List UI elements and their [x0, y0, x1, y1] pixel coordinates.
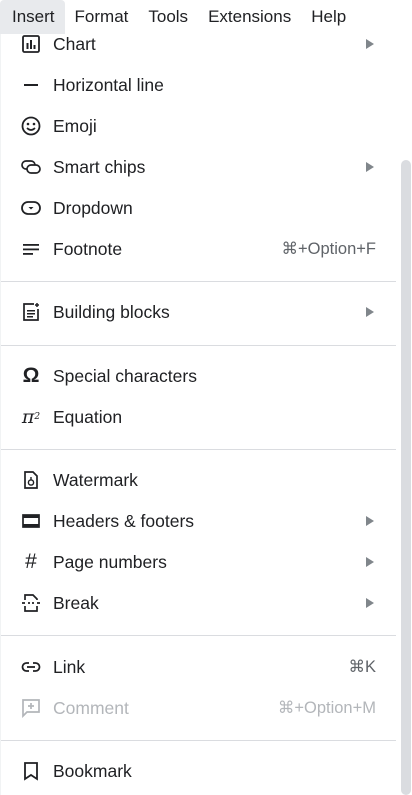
- menu-item-footnote[interactable]: Footnote ⌘+Option+F: [1, 229, 399, 269]
- menu-separator: [1, 740, 396, 741]
- menu-item-label: Special characters: [53, 365, 197, 386]
- menu-item-label: Emoji: [53, 115, 97, 136]
- menu-item-link[interactable]: Link ⌘K: [1, 647, 399, 687]
- submenu-arrow-icon: [366, 557, 374, 567]
- menu-item-watermark[interactable]: Watermark: [1, 460, 399, 500]
- menu-scrollbar[interactable]: [401, 160, 411, 795]
- menu-item-break[interactable]: Break: [1, 583, 399, 623]
- menu-item-label: Break: [53, 592, 99, 613]
- menu-item-label: Smart chips: [53, 156, 146, 177]
- break-icon: [19, 591, 43, 615]
- submenu-arrow-icon: [366, 598, 374, 608]
- menu-item-page-numbers[interactable]: # Page numbers: [1, 542, 399, 582]
- smart-chips-icon: [19, 155, 43, 179]
- menu-item-bookmark[interactable]: Bookmark: [1, 751, 399, 791]
- menu-item-special-characters[interactable]: Ω Special characters: [1, 356, 399, 396]
- menu-item-label: Footnote: [53, 238, 123, 259]
- footnote-icon: [19, 237, 43, 261]
- menu-item-label: Horizontal line: [53, 74, 164, 95]
- menu-item-label: Dropdown: [53, 197, 133, 218]
- menu-item-label: Chart: [53, 33, 96, 54]
- menu-item-emoji[interactable]: Emoji: [1, 106, 399, 146]
- building-blocks-icon: [19, 300, 43, 324]
- menu-format[interactable]: Format: [65, 0, 139, 34]
- menu-item-label: Link: [53, 656, 86, 677]
- chart-icon: [19, 32, 43, 56]
- menu-item-label: Headers & footers: [53, 510, 195, 531]
- horizontal-line-icon: [19, 73, 43, 97]
- menu-tools[interactable]: Tools: [138, 0, 198, 34]
- menu-item-equation[interactable]: π2 Equation: [1, 397, 399, 437]
- submenu-arrow-icon: [366, 516, 374, 526]
- menu-help[interactable]: Help: [301, 0, 356, 34]
- submenu-arrow-icon: [366, 162, 374, 172]
- menu-item-building-blocks[interactable]: Building blocks: [1, 292, 399, 332]
- watermark-icon: [19, 468, 43, 492]
- menu-insert[interactable]: Insert: [0, 0, 65, 34]
- link-icon: [19, 655, 43, 679]
- menu-item-label: Building blocks: [53, 301, 170, 322]
- menu-item-label: Page numbers: [53, 551, 167, 572]
- emoji-icon: [19, 114, 43, 138]
- menu-item-label: Equation: [53, 406, 123, 427]
- insert-dropdown-menu: Chart Horizontal line Emoji Smart chips …: [0, 24, 399, 795]
- bookmark-icon: [19, 759, 43, 783]
- menu-item-horizontal-line[interactable]: Horizontal line: [1, 65, 399, 105]
- keyboard-shortcut: ⌘+Option+M: [277, 699, 376, 717]
- keyboard-shortcut: ⌘K: [348, 658, 376, 676]
- menu-separator: [1, 281, 396, 282]
- keyboard-shortcut: ⌘+Option+F: [281, 240, 376, 258]
- menu-item-comment: Comment ⌘+Option+M: [1, 688, 399, 728]
- submenu-arrow-icon: [366, 39, 374, 49]
- comment-add-icon: [19, 696, 43, 720]
- menu-item-dropdown[interactable]: Dropdown: [1, 188, 399, 228]
- headers-footers-icon: [19, 509, 43, 533]
- menu-separator: [1, 635, 396, 636]
- pi-squared-icon: π2: [21, 406, 41, 428]
- dropdown-icon: [19, 196, 43, 220]
- menubar: Insert Format Tools Extensions Help: [0, 0, 412, 34]
- menu-item-label: Comment: [53, 697, 129, 718]
- omega-icon: Ω: [22, 364, 40, 387]
- hash-icon: #: [25, 550, 37, 573]
- menu-extensions[interactable]: Extensions: [198, 0, 301, 34]
- menu-item-headers-footers[interactable]: Headers & footers: [1, 501, 399, 541]
- menu-item-label: Bookmark: [53, 760, 132, 781]
- menu-item-label: Watermark: [53, 469, 138, 490]
- menu-separator: [1, 345, 396, 346]
- menu-separator: [1, 449, 396, 450]
- menu-item-smart-chips[interactable]: Smart chips: [1, 147, 399, 187]
- submenu-arrow-icon: [366, 307, 374, 317]
